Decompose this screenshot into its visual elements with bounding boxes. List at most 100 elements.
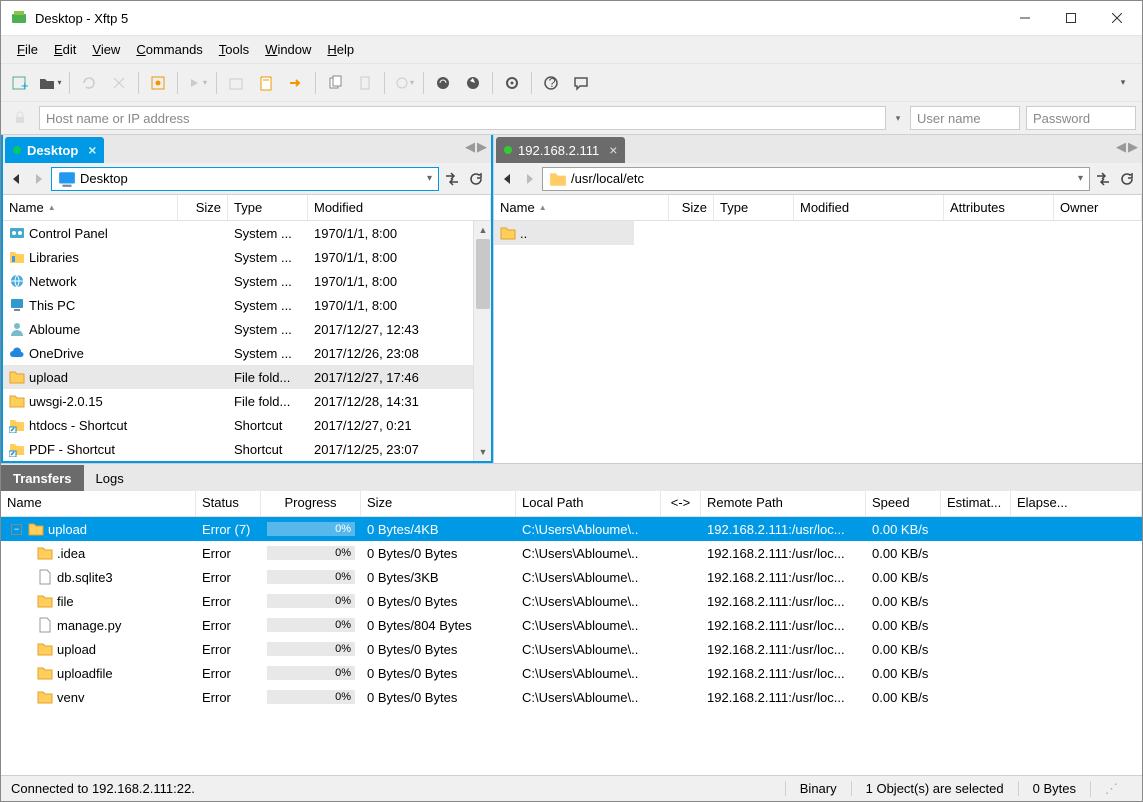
toolbar-overflow-button[interactable]: ▾ <box>1110 70 1136 96</box>
menu-tools[interactable]: Tools <box>211 38 257 61</box>
list-item[interactable]: AbloumeSystem ...2017/12/27, 12:43 <box>3 317 491 341</box>
back-button[interactable] <box>7 169 27 189</box>
close-icon[interactable]: × <box>88 142 96 158</box>
back-button[interactable] <box>498 169 518 189</box>
transfer-row[interactable]: venvError0%0 Bytes/0 BytesC:\Users\Ablou… <box>1 685 1142 709</box>
tab-next-button[interactable]: ▶ <box>477 139 487 155</box>
password-input[interactable]: Password <box>1026 106 1136 130</box>
remote-list-header[interactable]: Name▲ Size Type Modified Attributes Owne… <box>494 195 1142 221</box>
menu-commands[interactable]: Commands <box>128 38 210 61</box>
menu-file[interactable]: File <box>9 38 46 61</box>
chevron-down-icon[interactable]: ▾ <box>1074 173 1087 184</box>
maximize-button[interactable] <box>1048 3 1094 33</box>
open-session-button[interactable]: ▾ <box>37 70 63 96</box>
tab-prev-button[interactable]: ◀ <box>1116 139 1126 155</box>
help-button[interactable]: ? <box>538 70 564 96</box>
list-item[interactable]: .. <box>494 221 634 245</box>
list-item[interactable]: uploadFile fold...2017/12/27, 17:46 <box>3 365 491 389</box>
transfer-row[interactable]: uploadError0%0 Bytes/0 BytesC:\Users\Abl… <box>1 637 1142 661</box>
transfer-row[interactable]: .ideaError0%0 Bytes/0 BytesC:\Users\Ablo… <box>1 541 1142 565</box>
username-input[interactable]: User name <box>910 106 1020 130</box>
reconnect-button[interactable] <box>76 70 102 96</box>
remote-file-list[interactable]: .. <box>494 221 1142 463</box>
transfer-row[interactable]: manage.pyError0%0 Bytes/804 BytesC:\User… <box>1 613 1142 637</box>
expand-toggle[interactable]: − <box>11 524 22 535</box>
local-path-input[interactable]: Desktop ▾ <box>51 167 439 191</box>
folder-icon <box>37 665 53 681</box>
list-item[interactable]: htdocs - ShortcutShortcut2017/12/27, 0:2… <box>3 413 491 437</box>
connection-bar: Host name or IP address ▾ User name Pass… <box>1 101 1142 135</box>
svg-text:+: + <box>21 78 29 92</box>
transfer-icon[interactable] <box>1092 168 1114 190</box>
local-tab-label: Desktop <box>27 143 78 158</box>
host-history-dropdown[interactable]: ▾ <box>892 113 904 124</box>
remote-path-text: /usr/local/etc <box>571 171 644 186</box>
new-session-button[interactable]: + <box>7 70 33 96</box>
session-button[interactable] <box>430 70 456 96</box>
status-selection: 1 Object(s) are selected <box>851 781 1018 796</box>
transfer-list[interactable]: −uploadError (7)0%0 Bytes/4KBC:\Users\Ab… <box>1 517 1142 775</box>
properties-button[interactable] <box>145 70 171 96</box>
list-item[interactable]: NetworkSystem ...1970/1/1, 8:00 <box>3 269 491 293</box>
scrollbar[interactable]: ▲ ▼ <box>473 221 491 461</box>
close-icon[interactable]: × <box>609 142 617 158</box>
list-item[interactable]: LibrariesSystem ...1970/1/1, 8:00 <box>3 245 491 269</box>
close-button[interactable] <box>1094 3 1140 33</box>
new-folder-button[interactable] <box>223 70 249 96</box>
options-button[interactable] <box>499 70 525 96</box>
remote-tab-label: 192.168.2.111 <box>518 143 599 158</box>
sync-button[interactable]: ▾ <box>391 70 417 96</box>
local-tabstrip: Desktop × ◀▶ <box>3 135 491 163</box>
resize-grip-icon[interactable]: ⋰ <box>1090 781 1132 797</box>
transfer-row[interactable]: uploadfileError0%0 Bytes/0 BytesC:\Users… <box>1 661 1142 685</box>
disconnect-button[interactable] <box>106 70 132 96</box>
transfer-header[interactable]: Name Status Progress Size Local Path <->… <box>1 491 1142 517</box>
list-item[interactable]: uwsgi-2.0.15File fold...2017/12/28, 14:3… <box>3 389 491 413</box>
menu-view[interactable]: View <box>84 38 128 61</box>
delete-button[interactable] <box>253 70 279 96</box>
local-list-header[interactable]: Name▲ Size Type Modified <box>3 195 491 221</box>
transfer-row[interactable]: −uploadError (7)0%0 Bytes/4KBC:\Users\Ab… <box>1 517 1142 541</box>
cpl-icon <box>9 225 25 241</box>
local-tab[interactable]: Desktop × <box>5 137 104 163</box>
copy-button[interactable] <box>322 70 348 96</box>
host-input[interactable]: Host name or IP address <box>39 106 886 130</box>
remote-tab[interactable]: 192.168.2.111 × <box>496 137 625 163</box>
remote-path-input[interactable]: /usr/local/etc ▾ <box>542 167 1090 191</box>
forward-button[interactable] <box>520 169 540 189</box>
svg-text:?: ? <box>549 75 556 90</box>
local-file-list[interactable]: Control PanelSystem ...1970/1/1, 8:00Lib… <box>3 221 491 461</box>
transfer-icon[interactable] <box>441 168 463 190</box>
tab-transfers[interactable]: Transfers <box>1 465 84 491</box>
list-item[interactable]: PDF - ShortcutShortcut2017/12/25, 23:07 <box>3 437 491 461</box>
transfer-left-button[interactable]: ▾ <box>184 70 210 96</box>
compass-button[interactable] <box>460 70 486 96</box>
tab-prev-button[interactable]: ◀ <box>465 139 475 155</box>
file-icon <box>37 617 53 633</box>
menu-window[interactable]: Window <box>257 38 319 61</box>
app-icon <box>11 10 27 26</box>
forward-button[interactable] <box>29 169 49 189</box>
refresh-button[interactable] <box>1116 168 1138 190</box>
shortcut-icon <box>9 417 25 433</box>
list-item[interactable]: Control PanelSystem ...1970/1/1, 8:00 <box>3 221 491 245</box>
menu-edit[interactable]: Edit <box>46 38 84 61</box>
transfer-button[interactable] <box>283 70 309 96</box>
folder-icon <box>9 369 25 385</box>
desktop-icon <box>58 170 76 188</box>
list-item[interactable]: This PCSystem ...1970/1/1, 8:00 <box>3 293 491 317</box>
tab-logs[interactable]: Logs <box>84 465 136 491</box>
refresh-button[interactable] <box>465 168 487 190</box>
menu-help[interactable]: Help <box>319 38 362 61</box>
remote-tabstrip: 192.168.2.111 × ◀▶ <box>494 135 1142 163</box>
paste-button[interactable] <box>352 70 378 96</box>
list-item[interactable]: OneDriveSystem ...2017/12/26, 23:08 <box>3 341 491 365</box>
transfer-row[interactable]: db.sqlite3Error0%0 Bytes/3KBC:\Users\Abl… <box>1 565 1142 589</box>
chevron-down-icon[interactable]: ▾ <box>423 173 436 184</box>
transfer-row[interactable]: fileError0%0 Bytes/0 BytesC:\Users\Ablou… <box>1 589 1142 613</box>
minimize-button[interactable] <box>1002 3 1048 33</box>
local-pane: Desktop × ◀▶ Desktop ▾ Name▲ Size Type M… <box>1 135 493 463</box>
local-pathbar: Desktop ▾ <box>3 163 491 195</box>
tab-next-button[interactable]: ▶ <box>1128 139 1138 155</box>
feedback-button[interactable] <box>568 70 594 96</box>
